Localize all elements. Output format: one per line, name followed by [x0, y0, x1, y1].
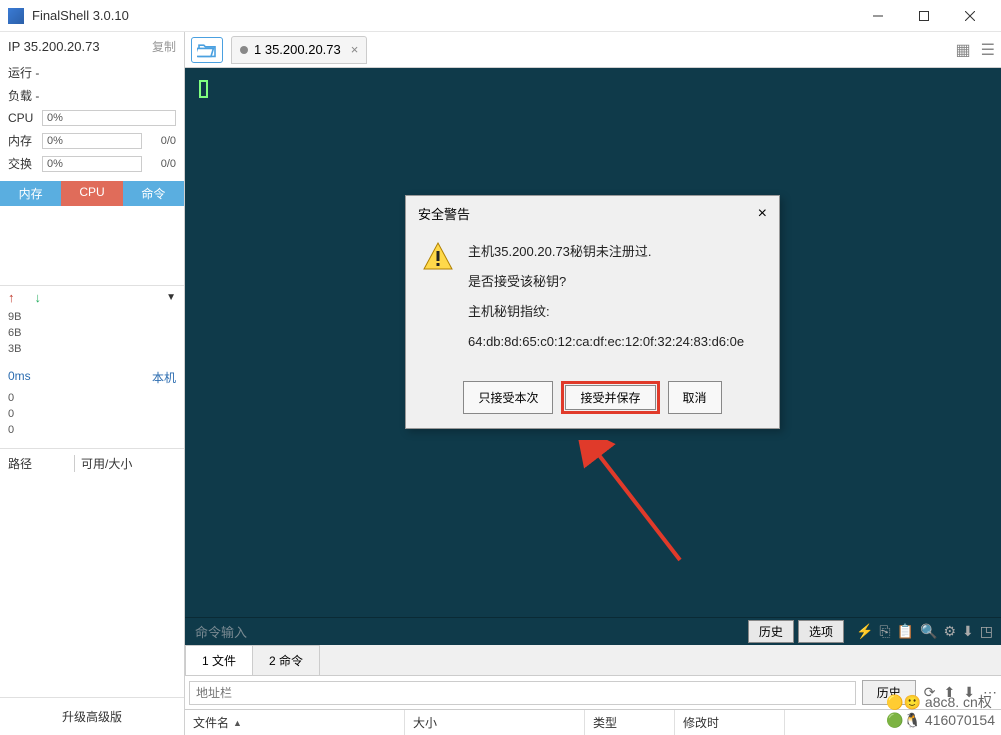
tab-command[interactable]: 命令	[123, 181, 184, 206]
close-button[interactable]	[947, 0, 993, 32]
connection-tabbar: 1 35.200.20.73 × ▦ ☰	[185, 32, 1001, 68]
bottom-tab-commands[interactable]: 2 命令	[252, 645, 320, 675]
menu-icon[interactable]: ☰	[981, 40, 995, 60]
tab-cpu[interactable]: CPU	[61, 181, 122, 206]
load-status: 负载 -	[8, 87, 39, 104]
upgrade-button[interactable]: 升级高级版	[0, 697, 184, 735]
tab-memory[interactable]: 内存	[0, 181, 61, 206]
path-header: 路径	[8, 455, 68, 472]
grid-view-icon[interactable]: ▦	[956, 40, 971, 60]
byte-row: 3B	[8, 341, 176, 357]
cpu-bar: 0%	[42, 110, 176, 126]
col-type[interactable]: 类型	[585, 710, 675, 735]
dialog-line2: 是否接受该秘钥?	[468, 271, 744, 293]
open-connection-button[interactable]	[191, 37, 223, 63]
warning-icon	[422, 241, 454, 273]
settings-icon[interactable]: ⚙	[943, 623, 956, 640]
run-status: 运行 -	[8, 64, 39, 81]
sidebar: IP 35.200.20.73 复制 运行 - 负载 - CPU 0% 内存 0…	[0, 32, 185, 735]
cpu-label: CPU	[8, 111, 42, 125]
app-icon	[8, 8, 24, 24]
dialog-fingerprint: 64:db:8d:65:c0:12:ca:df:ec:12:0f:32:24:8…	[468, 331, 744, 353]
cancel-button[interactable]: 取消	[668, 381, 722, 414]
bottom-tab-files[interactable]: 1 文件	[185, 645, 253, 675]
usage-chart	[0, 206, 184, 286]
bolt-icon[interactable]: ⚡	[856, 623, 873, 640]
window-titlebar: FinalShell 3.0.10	[0, 0, 1001, 32]
swap-bar: 0%	[42, 156, 142, 172]
command-input[interactable]: 命令输入	[185, 622, 748, 641]
address-bar[interactable]	[189, 681, 856, 705]
maximize-button[interactable]	[901, 0, 947, 32]
highlight-annotation: 接受并保存	[561, 381, 659, 414]
close-tab-icon[interactable]: ×	[351, 42, 359, 57]
col-mtime[interactable]: 修改时	[675, 710, 785, 735]
file-list-header: 文件名▲ 大小 类型 修改时	[185, 710, 1001, 735]
zero-row: 0	[8, 422, 176, 438]
swap-label: 交换	[8, 155, 42, 172]
copy-ip-button[interactable]: 复制	[152, 38, 176, 55]
col-filename[interactable]: 文件名▲	[185, 710, 405, 735]
history-button[interactable]: 历史	[748, 620, 794, 643]
download-icon[interactable]: ⬇	[962, 623, 974, 640]
swap-ratio: 0/0	[146, 158, 176, 170]
mem-label: 内存	[8, 132, 42, 149]
search-icon[interactable]: 🔍	[920, 623, 937, 640]
ping-host[interactable]: 本机	[152, 369, 176, 386]
upload-icon: ↑	[8, 290, 15, 305]
download-icon: ↓	[35, 290, 42, 305]
minimize-button[interactable]	[855, 0, 901, 32]
accept-once-button[interactable]: 只接受本次	[463, 381, 553, 414]
dialog-line3: 主机秘钥指纹:	[468, 301, 744, 323]
ping-value: 0ms	[8, 369, 31, 386]
copy-icon[interactable]: ⎘	[879, 623, 890, 640]
size-header: 可用/大小	[81, 455, 176, 472]
byte-row: 9B	[8, 309, 176, 325]
connection-tab-label: 1 35.200.20.73	[254, 42, 341, 57]
window-title: FinalShell 3.0.10	[32, 8, 855, 23]
security-warning-dialog: 安全警告 × 主机35.200.20.73秘钥未注册过. 是否接受该秘钥? 主机…	[405, 195, 780, 429]
accept-save-button[interactable]: 接受并保存	[565, 385, 655, 410]
byte-row: 6B	[8, 325, 176, 341]
zero-row: 0	[8, 406, 176, 422]
ip-label: IP 35.200.20.73	[8, 39, 152, 54]
mem-ratio: 0/0	[146, 135, 176, 147]
connection-tab[interactable]: 1 35.200.20.73 ×	[231, 36, 367, 64]
dialog-title: 安全警告	[418, 204, 470, 223]
options-button[interactable]: 选项	[798, 620, 844, 643]
mem-bar: 0%	[42, 133, 142, 149]
terminal-cursor	[199, 80, 208, 98]
paste-icon[interactable]: 📋	[897, 623, 914, 640]
connection-status-icon	[240, 46, 248, 54]
dialog-close-icon[interactable]: ×	[758, 205, 767, 223]
zero-row: 0	[8, 390, 176, 406]
net-dropdown-icon[interactable]: ▼	[166, 292, 176, 303]
col-size[interactable]: 大小	[405, 710, 585, 735]
external-icon[interactable]: ◳	[980, 623, 993, 640]
watermark: a8c8. cn权 416070154	[886, 693, 995, 729]
dialog-line1: 主机35.200.20.73秘钥未注册过.	[468, 241, 744, 263]
